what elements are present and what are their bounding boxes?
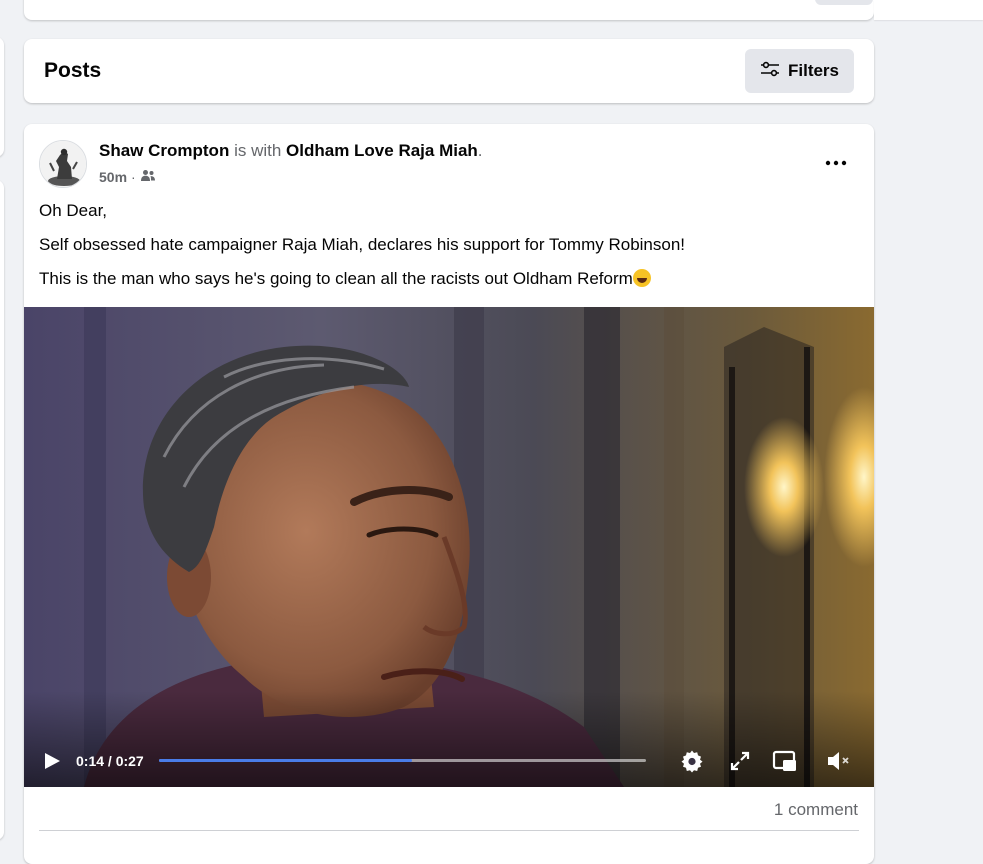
picture-in-picture-button[interactable] [772, 749, 798, 778]
expand-icon [730, 751, 750, 775]
comment-count[interactable]: 1 comment [774, 800, 858, 820]
tagged-page-name[interactable]: Oldham Love Raja Miah [286, 141, 478, 160]
posts-title: Posts [44, 59, 102, 82]
previous-card [24, 0, 874, 20]
video-progress-fill [159, 759, 413, 762]
fullscreen-button[interactable] [730, 751, 750, 776]
more-options-button[interactable] [820, 146, 852, 178]
play-icon [42, 753, 62, 775]
play-button[interactable] [42, 751, 62, 776]
post-line-text: This is the man who says he's going to c… [39, 269, 633, 288]
author-avatar[interactable] [39, 140, 87, 188]
filters-label: Filters [787, 61, 840, 80]
left-column-card [0, 180, 4, 840]
rolling-laughing-emoji-icon [632, 269, 651, 287]
mute-button[interactable] [826, 750, 852, 777]
more-horizontal-icon [825, 153, 847, 171]
author-name[interactable]: Shaw Crompton [99, 141, 229, 160]
post-divider [39, 830, 859, 831]
video-time: 0:14 / 0:27 [76, 753, 144, 769]
post-author-line: Shaw Crompton is with Oldham Love Raja M… [99, 141, 483, 161]
speaker-muted-icon [826, 752, 852, 776]
posts-header-card: Posts Filters [24, 39, 874, 103]
filters-sliders-icon [760, 61, 780, 82]
left-column-card [0, 37, 4, 157]
post-card: Shaw Crompton is with Oldham Love Raja M… [24, 124, 874, 864]
friends-icon [140, 169, 156, 185]
post-body: Oh Dear, Self obsessed hate campaigner R… [39, 201, 859, 303]
meta-separator: · [131, 169, 136, 185]
filters-button[interactable]: Filters [745, 49, 854, 93]
with-text: is with [229, 141, 287, 160]
video-player[interactable]: 0:14 / 0:27 [24, 307, 874, 787]
post-line: This is the man who says he's going to c… [39, 269, 859, 289]
right-column-strip [874, 0, 983, 20]
video-frame [24, 307, 874, 787]
post-line: Self obsessed hate campaigner Raja Miah,… [39, 235, 686, 254]
post-meta: 50m · [99, 169, 156, 185]
post-line: Oh Dear, [39, 201, 108, 220]
video-progress-bar[interactable] [159, 759, 646, 762]
previous-card-button[interactable] [815, 0, 873, 5]
tagged-suffix: . [477, 141, 483, 160]
pip-icon [772, 750, 798, 777]
gear-icon [680, 750, 704, 777]
settings-button[interactable] [680, 749, 704, 778]
post-timestamp[interactable]: 50m [99, 169, 127, 185]
